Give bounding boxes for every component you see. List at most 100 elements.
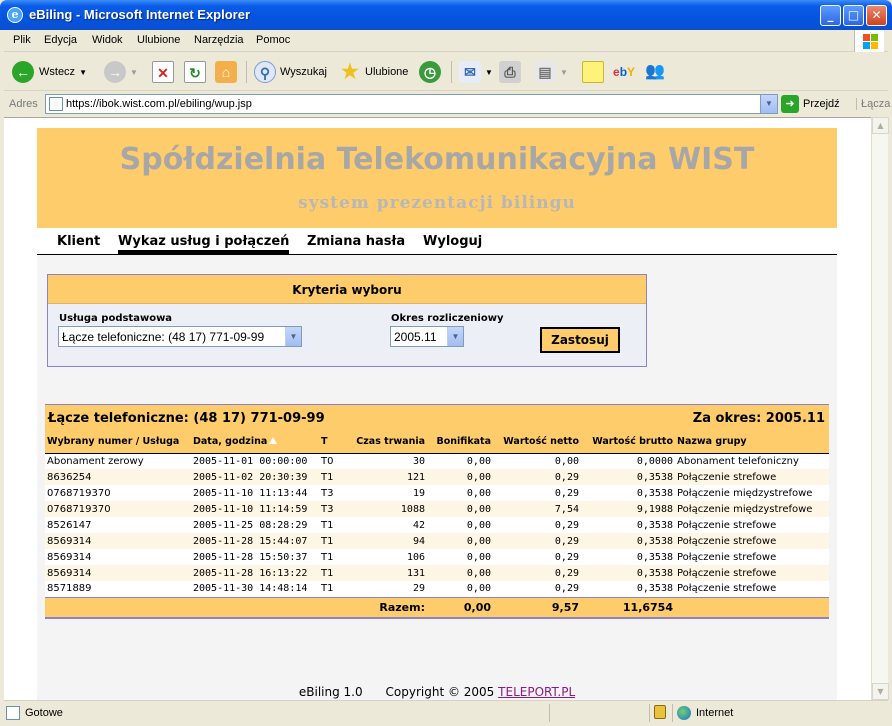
nav-wykaz-uslug[interactable]: Wykaz usług i połączeń bbox=[118, 234, 290, 254]
stop-button[interactable]: ✕ bbox=[152, 59, 174, 85]
search-label: Wyszukaj bbox=[280, 66, 327, 78]
scroll-down-button[interactable]: ▼ bbox=[872, 683, 889, 700]
messenger-button[interactable]: 👥 bbox=[644, 59, 666, 85]
printer-icon: ⎙ bbox=[499, 61, 521, 83]
menu-ulubione[interactable]: Ulubione bbox=[137, 34, 180, 46]
col-header-bonus[interactable]: Bonifikata bbox=[427, 431, 493, 454]
page-icon bbox=[6, 706, 20, 720]
apply-button[interactable]: Zastosuj bbox=[540, 327, 620, 353]
sort-ascending-icon bbox=[269, 437, 278, 445]
period-select-value: 2005.11 bbox=[394, 330, 437, 344]
go-arrow-icon: ➜ bbox=[781, 95, 799, 113]
edit-icon: ▤ bbox=[534, 61, 556, 83]
address-input[interactable]: https://ibok.wist.com.pl/ebiling/wup.jsp… bbox=[45, 94, 778, 114]
table-cell: 0,29 bbox=[554, 583, 579, 595]
back-button[interactable]: ← Wstecz ▼ bbox=[12, 59, 87, 85]
mail-button[interactable]: ✉ ▼ bbox=[459, 59, 493, 85]
table-cell: 0,29 bbox=[554, 471, 579, 483]
table-cell: 0,00 bbox=[466, 535, 491, 547]
search-button[interactable]: ⚲ Wyszukaj bbox=[254, 59, 327, 85]
service-select[interactable]: Łącze telefoniczne: (48 17) 771-09-99 ▼ bbox=[58, 326, 302, 347]
table-cell: 131 bbox=[406, 567, 425, 579]
nav-klient[interactable]: Klient bbox=[57, 234, 100, 249]
page-icon bbox=[49, 97, 63, 111]
table-row: 8571889 2005-11-30 14:48:14 T1 29 0,00 0,29 0,… bbox=[45, 581, 829, 597]
col-header-gross[interactable]: Wartość brutto bbox=[581, 431, 675, 454]
notes-button[interactable] bbox=[582, 59, 604, 85]
table-row: 8636254 2005-11-02 20:30:39 T1 121 0,00 0,29 0… bbox=[45, 469, 829, 485]
table-cell: 0,3538 bbox=[636, 487, 673, 499]
window-title-bar[interactable]: e eBiling - Microsoft Internet Explorer … bbox=[0, 0, 892, 30]
print-button[interactable]: ⎙ bbox=[499, 59, 521, 85]
status-text: Gotowe bbox=[25, 707, 63, 719]
col-header-net[interactable]: Wartość netto bbox=[493, 431, 581, 454]
close-button[interactable]: ✕ bbox=[866, 5, 887, 26]
address-dropdown-button[interactable]: ▼ bbox=[760, 95, 777, 113]
footer-teleport-link[interactable]: TELEPORT.PL bbox=[498, 685, 575, 699]
col-header-date[interactable]: Data, godzina bbox=[191, 431, 319, 454]
favorites-button[interactable]: ★ Ulubione bbox=[339, 59, 408, 85]
scroll-up-button[interactable]: ▲ bbox=[872, 117, 889, 134]
menu-widok[interactable]: Widok bbox=[92, 34, 123, 46]
table-cell: Połączenie międzystrefowe bbox=[677, 503, 813, 515]
table-cell: 8526147 bbox=[47, 519, 92, 531]
table-cell: 0,3538 bbox=[636, 471, 673, 483]
table-cell: 0,00 bbox=[466, 551, 491, 563]
vertical-scrollbar[interactable]: ▲ ▼ bbox=[871, 117, 889, 700]
totals-empty bbox=[675, 597, 829, 618]
col-header-group[interactable]: Nazwa grupy bbox=[675, 431, 829, 454]
ebay-button[interactable]: ebY bbox=[613, 59, 635, 85]
table-cell: 0,29 bbox=[554, 519, 579, 531]
menu-edycja[interactable]: Edycja bbox=[44, 34, 77, 46]
period-select[interactable]: 2005.11 ▼ bbox=[390, 326, 464, 347]
home-icon: ⌂ bbox=[215, 61, 237, 83]
table-cell: 0768719370 bbox=[47, 487, 111, 499]
refresh-button[interactable]: ↻ bbox=[184, 59, 206, 85]
table-cell: Połączenie strefowe bbox=[677, 551, 777, 563]
table-cell: T0 bbox=[321, 455, 334, 467]
col-header-type[interactable]: T bbox=[319, 431, 343, 454]
edit-button[interactable]: ▤ ▼ bbox=[534, 59, 568, 85]
menu-narzedzia[interactable]: Narzędzia bbox=[194, 34, 244, 46]
col-header-duration[interactable]: Czas trwania bbox=[343, 431, 427, 454]
mail-icon: ✉ bbox=[459, 61, 481, 83]
maximize-button[interactable]: □ bbox=[843, 5, 864, 26]
table-cell: 9,1988 bbox=[636, 503, 673, 515]
nav-wyloguj[interactable]: Wyloguj bbox=[423, 234, 482, 249]
minimize-button[interactable]: _ bbox=[820, 5, 841, 26]
history-button[interactable]: ◷ bbox=[419, 59, 441, 85]
links-button[interactable]: Łącza bbox=[856, 98, 890, 110]
window-title: eBiling - Microsoft Internet Explorer bbox=[29, 7, 251, 22]
col-header-number[interactable]: Wybrany numer / Usługa bbox=[45, 431, 191, 454]
table-row: 8569314 2005-11-28 16:13:22 T1 131 0,00 0,29 0… bbox=[45, 565, 829, 581]
menu-plik[interactable]: Plik bbox=[13, 34, 31, 46]
table-cell: 0,3538 bbox=[636, 551, 673, 563]
table-cell: Połączenie strefowe bbox=[677, 567, 777, 579]
search-icon: ⚲ bbox=[254, 61, 276, 83]
forward-button[interactable]: → ▼ bbox=[104, 59, 138, 85]
table-row: 0768719370 2005-11-10 11:13:44 T3 19 0,00 0,2… bbox=[45, 485, 829, 501]
table-cell: 7,54 bbox=[554, 503, 579, 515]
table-cell: T1 bbox=[321, 471, 334, 483]
messenger-icon: 👥 bbox=[645, 63, 665, 80]
nav-zmiana-hasla[interactable]: Zmiana hasła bbox=[307, 234, 405, 249]
ebay-icon: ebY bbox=[613, 65, 636, 79]
chevron-down-icon: ▼ bbox=[447, 327, 463, 346]
table-cell: 2005-11-02 20:30:39 bbox=[193, 471, 308, 483]
table-cell: 0,00 bbox=[466, 487, 491, 499]
star-icon: ★ bbox=[341, 61, 359, 83]
menu-pomoc[interactable]: Pomoc bbox=[256, 34, 290, 46]
windows-logo-icon bbox=[854, 30, 884, 52]
table-cell: 121 bbox=[406, 471, 425, 483]
forward-arrow-icon: → bbox=[104, 61, 126, 83]
home-button[interactable]: ⌂ bbox=[215, 59, 237, 85]
table-cell: 2005-11-28 15:44:07 bbox=[193, 535, 308, 547]
table-cell: 2005-11-10 11:14:59 bbox=[193, 503, 308, 515]
back-label: Wstecz bbox=[39, 66, 76, 78]
totals-row: Razem: 0,00 9,57 11,6754 bbox=[45, 597, 829, 618]
go-button[interactable]: ➜ Przejdź bbox=[781, 95, 840, 113]
toolbar-separator bbox=[246, 61, 247, 83]
status-bar: Gotowe Internet bbox=[4, 700, 888, 724]
totals-net: 9,57 bbox=[551, 600, 579, 614]
table-cell: 0,00 bbox=[466, 583, 491, 595]
